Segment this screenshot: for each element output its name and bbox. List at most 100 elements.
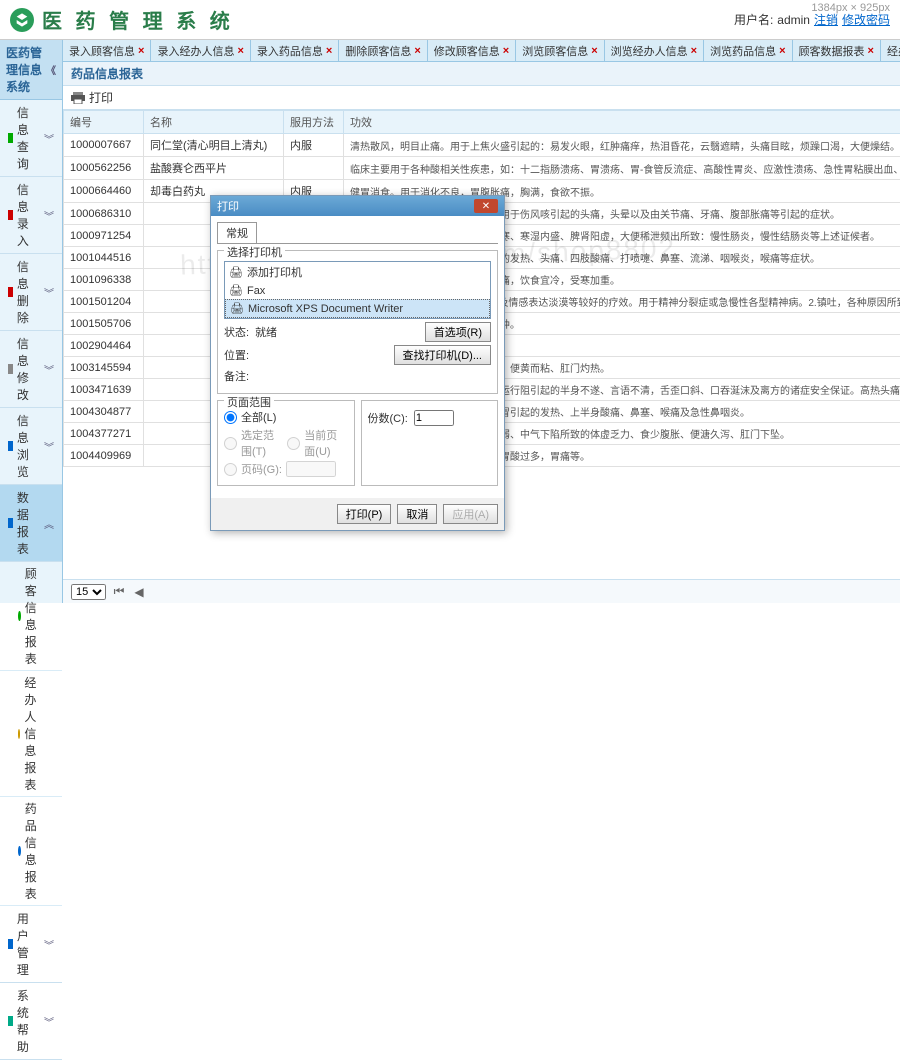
tab[interactable]: 删除顾客信息× (339, 40, 427, 61)
dialog-titlebar[interactable]: 打印 ✕ (211, 196, 504, 216)
chevron-down-icon: ︾ (44, 208, 54, 223)
tab-close-icon[interactable]: × (503, 45, 509, 57)
sidebar-item-reports[interactable]: 数据报表 ︽ (0, 485, 62, 562)
range-pages-radio (224, 463, 237, 476)
menu-icon (8, 939, 13, 949)
preferences-button[interactable]: 首选项(R) (425, 322, 491, 342)
printer-group: 选择打印机 🖨添加打印机🖨Fax🖨Microsoft XPS Document … (217, 250, 498, 394)
menu-icon (8, 364, 13, 374)
sidebar-sub-item[interactable]: 经办人信息报表 (0, 671, 62, 797)
tabs-bar: 录入顾客信息×录入经办人信息×录入药品信息×删除顾客信息×修改顾客信息×浏览顾客… (63, 40, 900, 62)
menu-icon (8, 441, 13, 451)
column-header[interactable]: 编号 (64, 111, 144, 134)
sidebar-sub-item[interactable]: 药品信息报表 (0, 797, 62, 906)
chevron-down-icon: ︾ (44, 439, 54, 454)
prev-page-btn[interactable]: ◀ (132, 585, 146, 599)
sidebar-item[interactable]: 系统帮助︾ (0, 983, 62, 1060)
tab[interactable]: 经办人数据报表× (881, 40, 900, 61)
print-dialog: 打印 ✕ 常规 选择打印机 🖨添加打印机🖨Fax🖨Microsoft XPS D… (210, 195, 505, 531)
dialog-cancel-button[interactable]: 取消 (397, 504, 437, 524)
chevron-down-icon: ︾ (44, 1014, 54, 1029)
app-title: 医 药 管 理 系 统 (42, 5, 234, 34)
chevron-down-icon: ︾ (44, 131, 54, 146)
user-label: 用户名: (734, 11, 773, 28)
printer-icon: 🖨 (230, 302, 244, 315)
sidebar-item[interactable]: 信息录入︾ (0, 177, 62, 254)
range-cur-radio (287, 437, 300, 450)
range-all-radio[interactable] (224, 411, 237, 424)
print-button[interactable]: 打印 (89, 89, 113, 106)
printer-list[interactable]: 🖨添加打印机🖨Fax🖨Microsoft XPS Document Writer (224, 261, 491, 319)
panel-title: 药品信息报表 (63, 62, 900, 86)
dialog-apply-button: 应用(A) (443, 504, 498, 524)
report-icon (8, 518, 13, 528)
logo-area: 医 药 管 理 系 统 (10, 5, 234, 34)
tab-general[interactable]: 常规 (217, 222, 257, 243)
column-header[interactable]: 服用方法 (284, 111, 344, 134)
chevron-up-icon: ︽ (44, 516, 54, 531)
tab-close-icon[interactable]: × (691, 45, 697, 57)
viewport-dims: 1384px × 925px (811, 2, 890, 14)
find-printer-button[interactable]: 查找打印机(D)... (394, 345, 491, 365)
tab-close-icon[interactable]: × (779, 45, 785, 57)
menu-icon (8, 210, 13, 220)
sidebar-item[interactable]: 信息修改︾ (0, 331, 62, 408)
tab-close-icon[interactable]: × (237, 45, 243, 57)
sidebar-item[interactable]: 信息浏览︾ (0, 408, 62, 485)
collapse-icon[interactable]: 《 (46, 62, 56, 77)
tab-close-icon[interactable]: × (591, 45, 597, 57)
menu-icon (8, 133, 13, 143)
copies-group: 份数(C): (361, 400, 499, 486)
sidebar-sub-item[interactable]: 顾客信息报表 (0, 562, 62, 671)
first-page-btn[interactable]: ⏮ (112, 585, 126, 599)
tab[interactable]: 浏览药品信息× (704, 40, 792, 61)
sidebar-item[interactable]: 信息删除︾ (0, 254, 62, 331)
sub-icon (18, 611, 21, 621)
print-icon (71, 92, 85, 104)
table-row[interactable]: 1000007667同仁堂(清心明目上清丸)内服清热散风，明目止痛。用于上焦火盛… (64, 134, 900, 157)
username: admin (777, 13, 810, 27)
printer-icon: 🖨 (229, 266, 243, 279)
tab[interactable]: 浏览经办人信息× (605, 40, 704, 61)
sub-icon (18, 729, 20, 739)
menu-icon (8, 1016, 13, 1026)
pages-input (286, 461, 336, 477)
column-header[interactable]: 功效 (344, 111, 900, 134)
page-size-select[interactable]: 15 (71, 584, 106, 600)
tab[interactable]: 浏览顾客信息× (516, 40, 604, 61)
chevron-down-icon: ︾ (44, 362, 54, 377)
dialog-close-button[interactable]: ✕ (474, 199, 498, 213)
dialog-print-button[interactable]: 打印(P) (337, 504, 392, 524)
range-group: 页面范围 全部(L) 选定范围(T) 当前页面(U) 页码(G): (217, 400, 355, 486)
dialog-tabs: 常规 (217, 222, 498, 244)
printer-item[interactable]: 🖨Microsoft XPS Document Writer (225, 299, 490, 318)
printer-item[interactable]: 🖨Fax (225, 282, 490, 299)
table-row[interactable]: 1000562256盐酸赛仑西平片临床主要用于各种酸相关性疾患，如：十二指肠溃疡… (64, 157, 900, 180)
range-sel-radio (224, 437, 237, 450)
tab[interactable]: 修改顾客信息× (428, 40, 516, 61)
chevron-down-icon: ︾ (44, 285, 54, 300)
tab-close-icon[interactable]: × (414, 45, 420, 57)
tab-close-icon[interactable]: × (326, 45, 332, 57)
logo-icon (10, 8, 34, 32)
tab-close-icon[interactable]: × (868, 45, 874, 57)
sub-icon (18, 846, 21, 856)
tab[interactable]: 录入顾客信息× (63, 40, 151, 61)
tab[interactable]: 录入药品信息× (251, 40, 339, 61)
toolbar: 打印 (63, 86, 900, 110)
column-header[interactable]: 名称 (144, 111, 284, 134)
printer-item[interactable]: 🖨添加打印机 (225, 262, 490, 282)
tab-close-icon[interactable]: × (138, 45, 144, 57)
chevron-down-icon: ︾ (44, 937, 54, 952)
copies-input[interactable] (414, 410, 454, 426)
sidebar-title: 医药管理信息系统 《 (0, 40, 62, 100)
menu-icon (8, 287, 13, 297)
pager: 15 ⏮ ◀ 显示1到15,共4813记录 (63, 579, 900, 603)
sidebar-item[interactable]: 信息查询︾ (0, 100, 62, 177)
dialog-title: 打印 (217, 198, 239, 214)
header: 医 药 管 理 系 统 用户名: admin 注销 修改密码 (0, 0, 900, 40)
printer-icon: 🖨 (229, 284, 243, 297)
sidebar-item[interactable]: 用户管理︾ (0, 906, 62, 983)
tab[interactable]: 顾客数据报表× (793, 40, 881, 61)
tab[interactable]: 录入经办人信息× (151, 40, 250, 61)
